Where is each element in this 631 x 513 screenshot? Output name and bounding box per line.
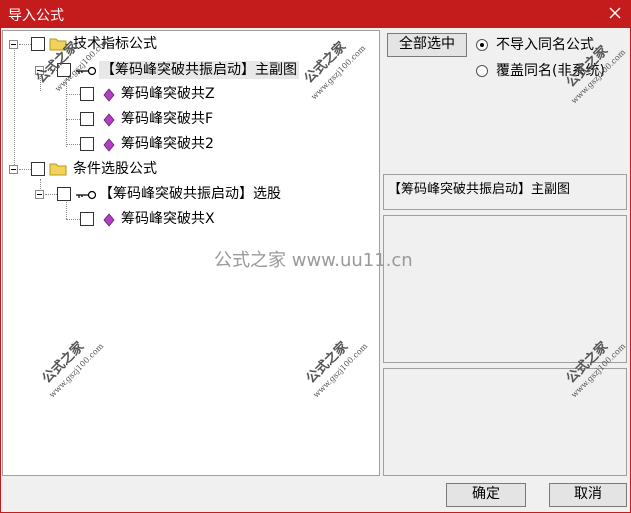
window-title: 导入公式 [8, 8, 64, 24]
center-watermark: 公式之家 www.uu11.cn [214, 250, 413, 271]
close-icon[interactable] [607, 3, 623, 23]
gem-icon [103, 88, 115, 102]
radio-button[interactable] [476, 65, 488, 77]
item-checkbox[interactable] [80, 112, 94, 126]
tree-item-label: 筹码峰突破共Z [121, 86, 215, 102]
folder-icon [49, 38, 67, 51]
tree-formula-label: 【筹码峰突破共振启动】选股 [99, 186, 281, 202]
selected-formula-info: 【筹码峰突破共振启动】主副图 [383, 174, 627, 210]
title-bar: 导入公式 [0, 0, 631, 28]
group-checkbox[interactable] [31, 162, 45, 176]
collapse-icon[interactable] [35, 66, 44, 75]
radio-label: 覆盖同名(非系统) [496, 63, 605, 79]
tree-formula-screening[interactable]: 【筹码峰突破共振启动】选股 [3, 184, 373, 206]
tree-item[interactable]: 筹码峰突破共2 [3, 134, 373, 156]
radio-overwrite[interactable]: 覆盖同名(非系统) [476, 62, 626, 80]
selected-formula-name: 【筹码峰突破共振启动】主副图 [388, 182, 571, 197]
radio-label: 不导入同名公式 [496, 37, 594, 53]
gem-icon [103, 213, 115, 227]
item-checkbox[interactable] [80, 87, 94, 101]
select-all-button[interactable]: 全部选中 [387, 33, 467, 57]
tree-item[interactable]: 筹码峰突破共Z [3, 84, 373, 106]
collapse-icon[interactable] [9, 40, 18, 49]
collapse-icon[interactable] [35, 190, 44, 199]
tree-item-label: 筹码峰突破共2 [121, 136, 214, 152]
key-icon [76, 66, 97, 76]
tree-group-screening[interactable]: 条件选股公式 [3, 159, 373, 181]
cancel-button[interactable]: 取消 [549, 483, 627, 507]
preview-panel [383, 368, 627, 476]
tree-item-label: 筹码峰突破共X [121, 211, 215, 227]
tree-group-label: 技术指标公式 [73, 36, 157, 52]
tree-formula-main-chart[interactable]: 【筹码峰突破共振启动】主副图 [3, 60, 373, 82]
gem-icon [103, 113, 115, 127]
item-checkbox[interactable] [80, 212, 94, 226]
folder-icon [49, 163, 67, 176]
tree-item-label: 筹码峰突破共F [121, 111, 214, 127]
radio-button[interactable] [476, 39, 488, 51]
description-panel [383, 215, 627, 363]
collapse-icon[interactable] [9, 165, 18, 174]
radio-no-import[interactable]: 不导入同名公式 [476, 36, 626, 54]
formula-checkbox[interactable] [57, 63, 71, 77]
tree-group-label: 条件选股公式 [73, 161, 157, 177]
tree-item[interactable]: 筹码峰突破共X [3, 209, 373, 231]
gem-icon [103, 138, 115, 152]
tree-formula-label: 【筹码峰突破共振启动】主副图 [99, 61, 299, 79]
tree-group-indicators[interactable]: 技术指标公式 [3, 34, 373, 56]
ok-button[interactable]: 确定 [446, 483, 526, 507]
item-checkbox[interactable] [80, 137, 94, 151]
formula-checkbox[interactable] [57, 187, 71, 201]
tree-item[interactable]: 筹码峰突破共F [3, 109, 373, 131]
group-checkbox[interactable] [31, 37, 45, 51]
key-icon [76, 190, 97, 200]
